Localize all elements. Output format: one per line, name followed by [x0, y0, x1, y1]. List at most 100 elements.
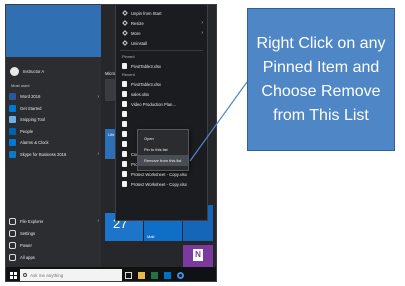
recent-header: Recent: [122, 72, 135, 77]
most-used-list: Word 2016 › Get Started Snipping Tool People…: [9, 91, 99, 160]
system-item-label: File Explorer: [20, 218, 44, 224]
avatar: [10, 67, 19, 76]
excel-file-icon: [122, 171, 127, 177]
chevron-right-icon[interactable]: ›: [97, 151, 99, 157]
divider: [120, 50, 203, 51]
remove-from-list-menu-item[interactable]: Remove from this list: [138, 155, 188, 166]
option-label: Uninstall: [131, 40, 148, 46]
file-name: sales.xlsx: [131, 91, 150, 97]
tile-group-header: Micro: [105, 71, 116, 76]
option-label: Resize: [131, 20, 144, 26]
callout-text: Right Click on any Pinned Item and Choos…: [256, 34, 386, 124]
system-links: File Explorer › Settings Power All apps: [9, 215, 99, 263]
tile-onenote[interactable]: N: [183, 245, 213, 267]
excel-button[interactable]: [148, 267, 161, 281]
excel-file-icon: [122, 131, 127, 137]
scissors-icon: [9, 116, 16, 124]
taskbar: [6, 267, 216, 281]
outlook-button[interactable]: [161, 267, 174, 281]
jump-list-item[interactable]: [116, 109, 207, 119]
folder-icon: [9, 217, 16, 225]
excel-file-icon: [122, 161, 127, 167]
tile-option[interactable]: Unpin from Start: [116, 8, 207, 18]
app-label: Alarms & Clock: [20, 140, 49, 146]
option-icon: [122, 30, 128, 36]
system-item-label: Settings: [20, 230, 36, 236]
start-button[interactable]: [6, 267, 20, 281]
chevron-right-icon[interactable]: ›: [97, 218, 99, 224]
list-item[interactable]: Get Started: [9, 103, 99, 115]
user-account[interactable]: Instructor A: [10, 67, 44, 76]
pinned-list: PivotTable3.xlsx: [116, 61, 207, 71]
list-icon: [9, 253, 16, 261]
search-input[interactable]: [30, 272, 110, 278]
excel-file-icon: [122, 81, 127, 87]
windows-logo-icon: [9, 271, 17, 279]
start-left-column: Instructor A Most used Word 2016 › Get Sta…: [6, 5, 101, 267]
folder-icon: [138, 271, 145, 279]
tile-option[interactable]: Resize ›: [116, 18, 207, 28]
gear-icon: [9, 229, 16, 237]
list-item[interactable]: Skype for Business 2016 ›: [9, 149, 99, 161]
system-item[interactable]: Power: [9, 239, 99, 251]
lightbulb-icon: [9, 104, 16, 112]
context-menu-item[interactable]: Pin to this list: [138, 144, 188, 155]
onenote-icon: N: [193, 249, 203, 261]
start-menu-screenshot: Instructor A Most used Word 2016 › Get Sta…: [5, 4, 217, 282]
app-label: Skype for Business 2016: [20, 151, 67, 157]
jump-list-item[interactable]: Protect Worksheet - Copy.xlsx: [116, 179, 207, 189]
jump-list-item[interactable]: Video Production Plan...: [116, 99, 207, 109]
app-label: Snipping Tool: [20, 117, 46, 123]
mail-label: Mail: [147, 234, 155, 239]
option-icon: [122, 10, 128, 16]
excel-file-icon: [122, 151, 127, 157]
context-menu-item[interactable]: Open: [138, 133, 188, 144]
app-label: People: [20, 128, 34, 134]
tile-option[interactable]: Uninstall: [116, 38, 207, 48]
wallpaper-strip: [6, 5, 101, 57]
excel-file-icon: [122, 141, 127, 147]
option-label: More: [131, 30, 141, 36]
system-item-label: All apps: [20, 254, 35, 260]
list-item[interactable]: Snipping Tool: [9, 114, 99, 126]
file-name: Video Production Plan...: [131, 101, 176, 107]
excel-file-icon: [122, 181, 127, 187]
excel-file-icon: [122, 63, 127, 69]
user-name: Instructor A: [23, 69, 45, 74]
system-item[interactable]: File Explorer ›: [9, 215, 99, 227]
chevron-right-icon: ›: [201, 30, 203, 36]
clock-icon: [9, 139, 16, 147]
file-name: PivotTable3.xlsx: [131, 81, 162, 87]
jump-list-item[interactable]: PivotTable3.xlsx: [116, 79, 207, 89]
people-icon: [9, 127, 16, 135]
jump-list-item[interactable]: PivotTable3.xlsx: [116, 61, 207, 71]
excel-file-icon: [122, 121, 127, 127]
list-item[interactable]: Word 2016 ›: [9, 91, 99, 103]
list-item[interactable]: Alarms & Clock: [9, 137, 99, 149]
jump-list-item[interactable]: sales.xlsx: [116, 89, 207, 99]
system-item-label: Power: [20, 242, 32, 248]
edge-button[interactable]: [174, 267, 187, 281]
jump-list-item[interactable]: [116, 119, 207, 129]
skype-icon: [9, 150, 16, 158]
task-view-button[interactable]: [122, 267, 135, 281]
option-icon: [122, 40, 128, 46]
file-name: PivotTable3.xlsx: [131, 63, 162, 69]
app-label: Word 2016: [20, 94, 41, 100]
system-item[interactable]: All apps: [9, 251, 99, 263]
file-explorer-button[interactable]: [135, 267, 148, 281]
chevron-right-icon[interactable]: ›: [97, 94, 99, 100]
edge-icon: [177, 271, 184, 279]
cortana-search[interactable]: [20, 269, 122, 281]
option-icon: [122, 20, 128, 26]
outlook-icon: [164, 271, 171, 279]
list-item[interactable]: People: [9, 126, 99, 138]
context-menu: Open Pin to this list Remove from this lis…: [137, 129, 189, 171]
option-label: Unpin from Start: [131, 10, 162, 16]
most-used-heading: Most used: [11, 83, 30, 88]
pinned-header: Pinned: [122, 54, 135, 59]
tile-option[interactable]: More ›: [116, 28, 207, 38]
file-name: Protect Worksheet - Copy.xlsx: [131, 181, 187, 187]
system-item[interactable]: Settings: [9, 227, 99, 239]
excel-file-icon: [122, 101, 127, 107]
